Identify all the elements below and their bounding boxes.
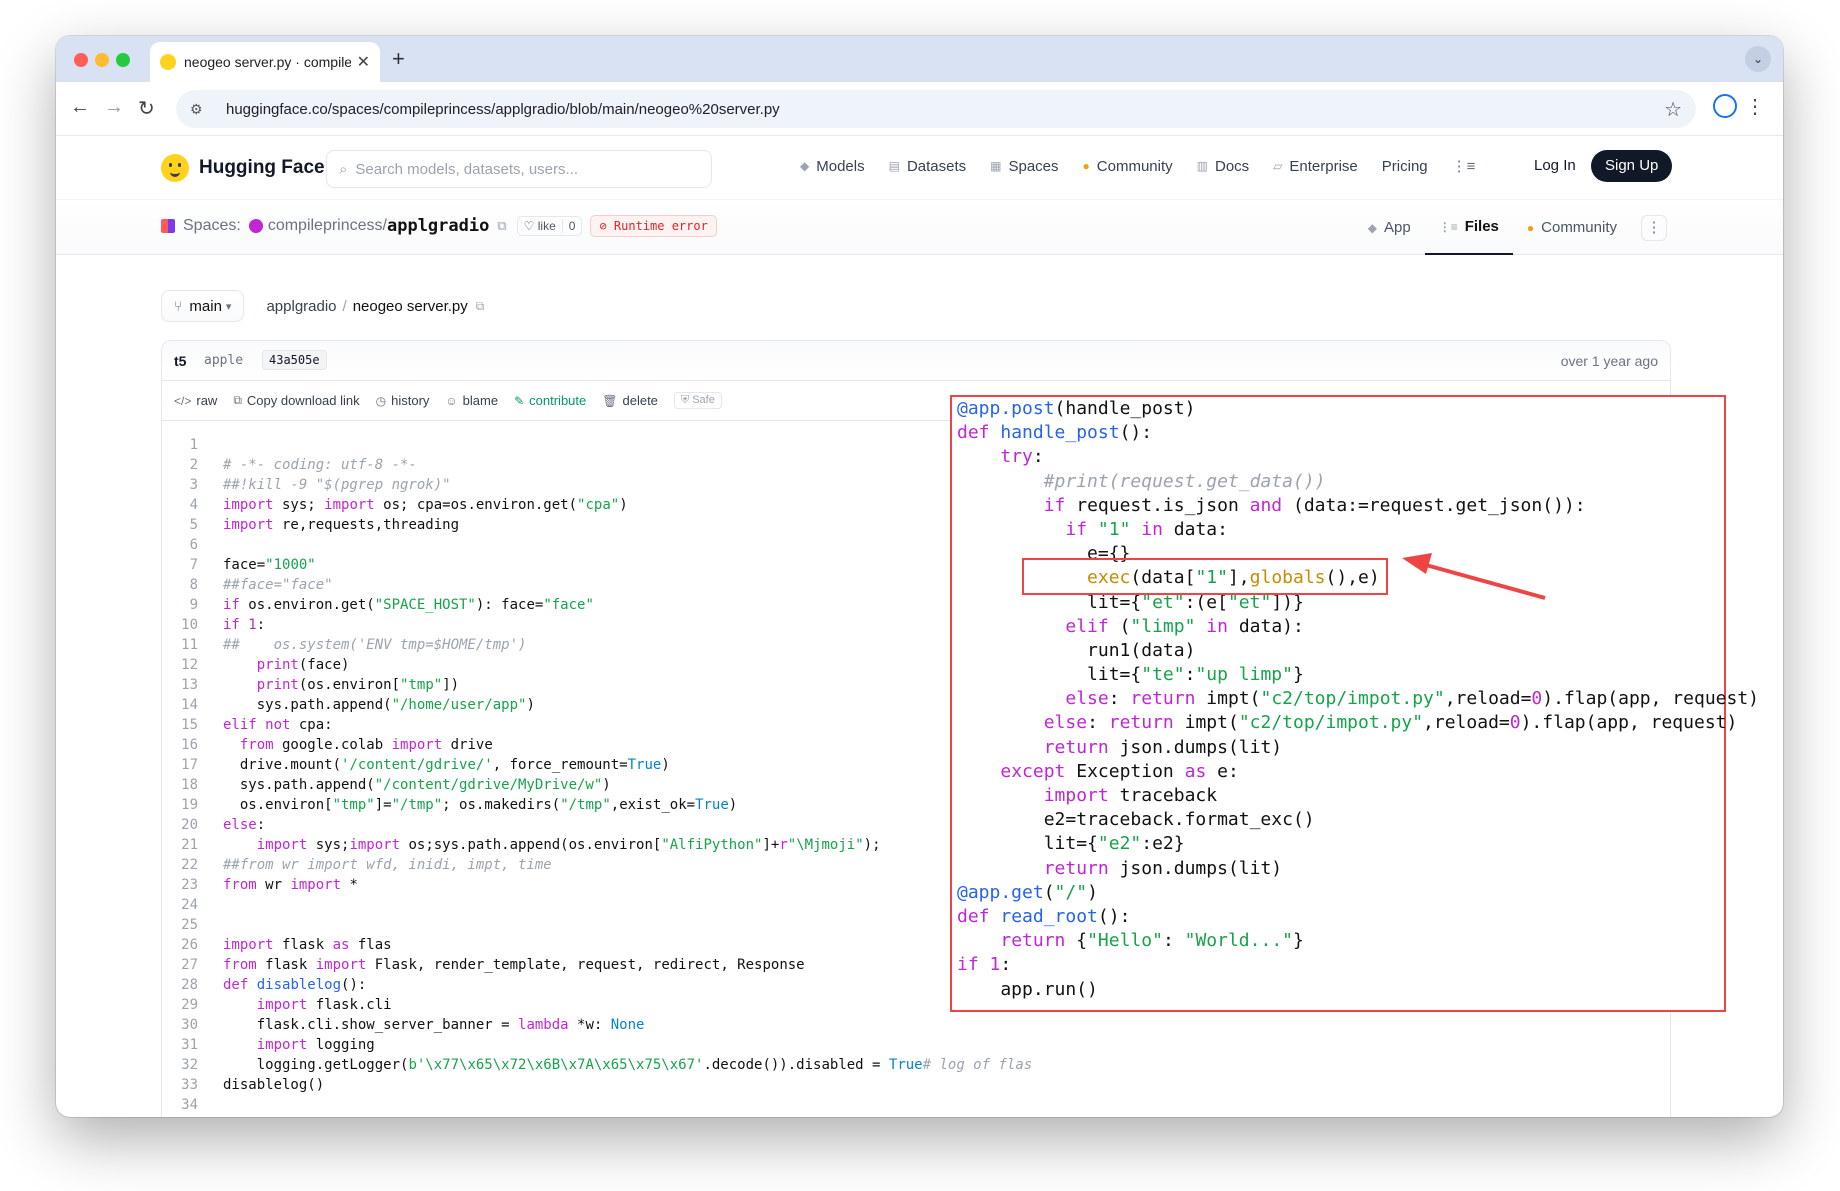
arrow-head: [1402, 553, 1432, 574]
browser-window: neogeo server.py · compilepr ✕ + ⌄ ← → ↻…: [56, 36, 1783, 1117]
arrow-shaft: [1425, 563, 1546, 600]
annotation-arrow: [1402, 553, 1546, 600]
